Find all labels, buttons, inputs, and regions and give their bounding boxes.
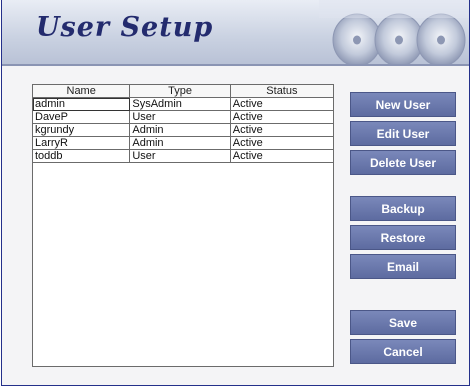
restore-button[interactable]: Restore: [350, 225, 456, 250]
table-header-row: Name Type Status: [33, 85, 333, 98]
users-table[interactable]: Name Type Status admin SysAdmin Active D…: [32, 84, 334, 367]
cell-status[interactable]: Active: [230, 110, 333, 124]
users-grid[interactable]: Name Type Status admin SysAdmin Active D…: [33, 85, 333, 163]
cell-status[interactable]: Active: [230, 136, 333, 150]
user-setup-window: User Setup Name Type Status admin SysAdm…: [1, 0, 470, 386]
cell-name[interactable]: LarryR: [33, 136, 131, 150]
column-header-status[interactable]: Status: [230, 85, 333, 98]
table-row[interactable]: toddb User Active: [33, 149, 333, 163]
column-header-type[interactable]: Type: [129, 85, 231, 98]
table-row[interactable]: admin SysAdmin Active: [33, 97, 333, 111]
edit-user-button[interactable]: Edit User: [350, 121, 456, 146]
cell-name[interactable]: kgrundy: [33, 123, 131, 137]
cell-status[interactable]: Active: [230, 123, 333, 137]
cell-name[interactable]: DaveP: [33, 110, 131, 124]
disc-decoration-icon: [319, 0, 469, 64]
delete-user-button[interactable]: Delete User: [350, 150, 456, 175]
table-row[interactable]: kgrundy Admin Active: [33, 123, 333, 137]
header-banner: User Setup: [2, 0, 469, 66]
cell-status[interactable]: Active: [230, 149, 333, 163]
cell-type[interactable]: User: [129, 149, 231, 163]
cell-name[interactable]: toddb: [33, 149, 131, 163]
email-button[interactable]: Email: [350, 254, 456, 279]
table-row[interactable]: LarryR Admin Active: [33, 136, 333, 150]
cell-name[interactable]: admin: [33, 97, 131, 111]
cell-type[interactable]: Admin: [129, 123, 231, 137]
cell-type[interactable]: SysAdmin: [129, 97, 231, 111]
cell-type[interactable]: Admin: [129, 136, 231, 150]
save-button[interactable]: Save: [350, 310, 456, 335]
new-user-button[interactable]: New User: [350, 92, 456, 117]
page-title: User Setup: [36, 12, 214, 43]
column-header-name[interactable]: Name: [33, 85, 131, 98]
cell-type[interactable]: User: [129, 110, 231, 124]
cell-status[interactable]: Active: [230, 97, 333, 111]
cancel-button[interactable]: Cancel: [350, 339, 456, 364]
table-row[interactable]: DaveP User Active: [33, 110, 333, 124]
backup-button[interactable]: Backup: [350, 196, 456, 221]
